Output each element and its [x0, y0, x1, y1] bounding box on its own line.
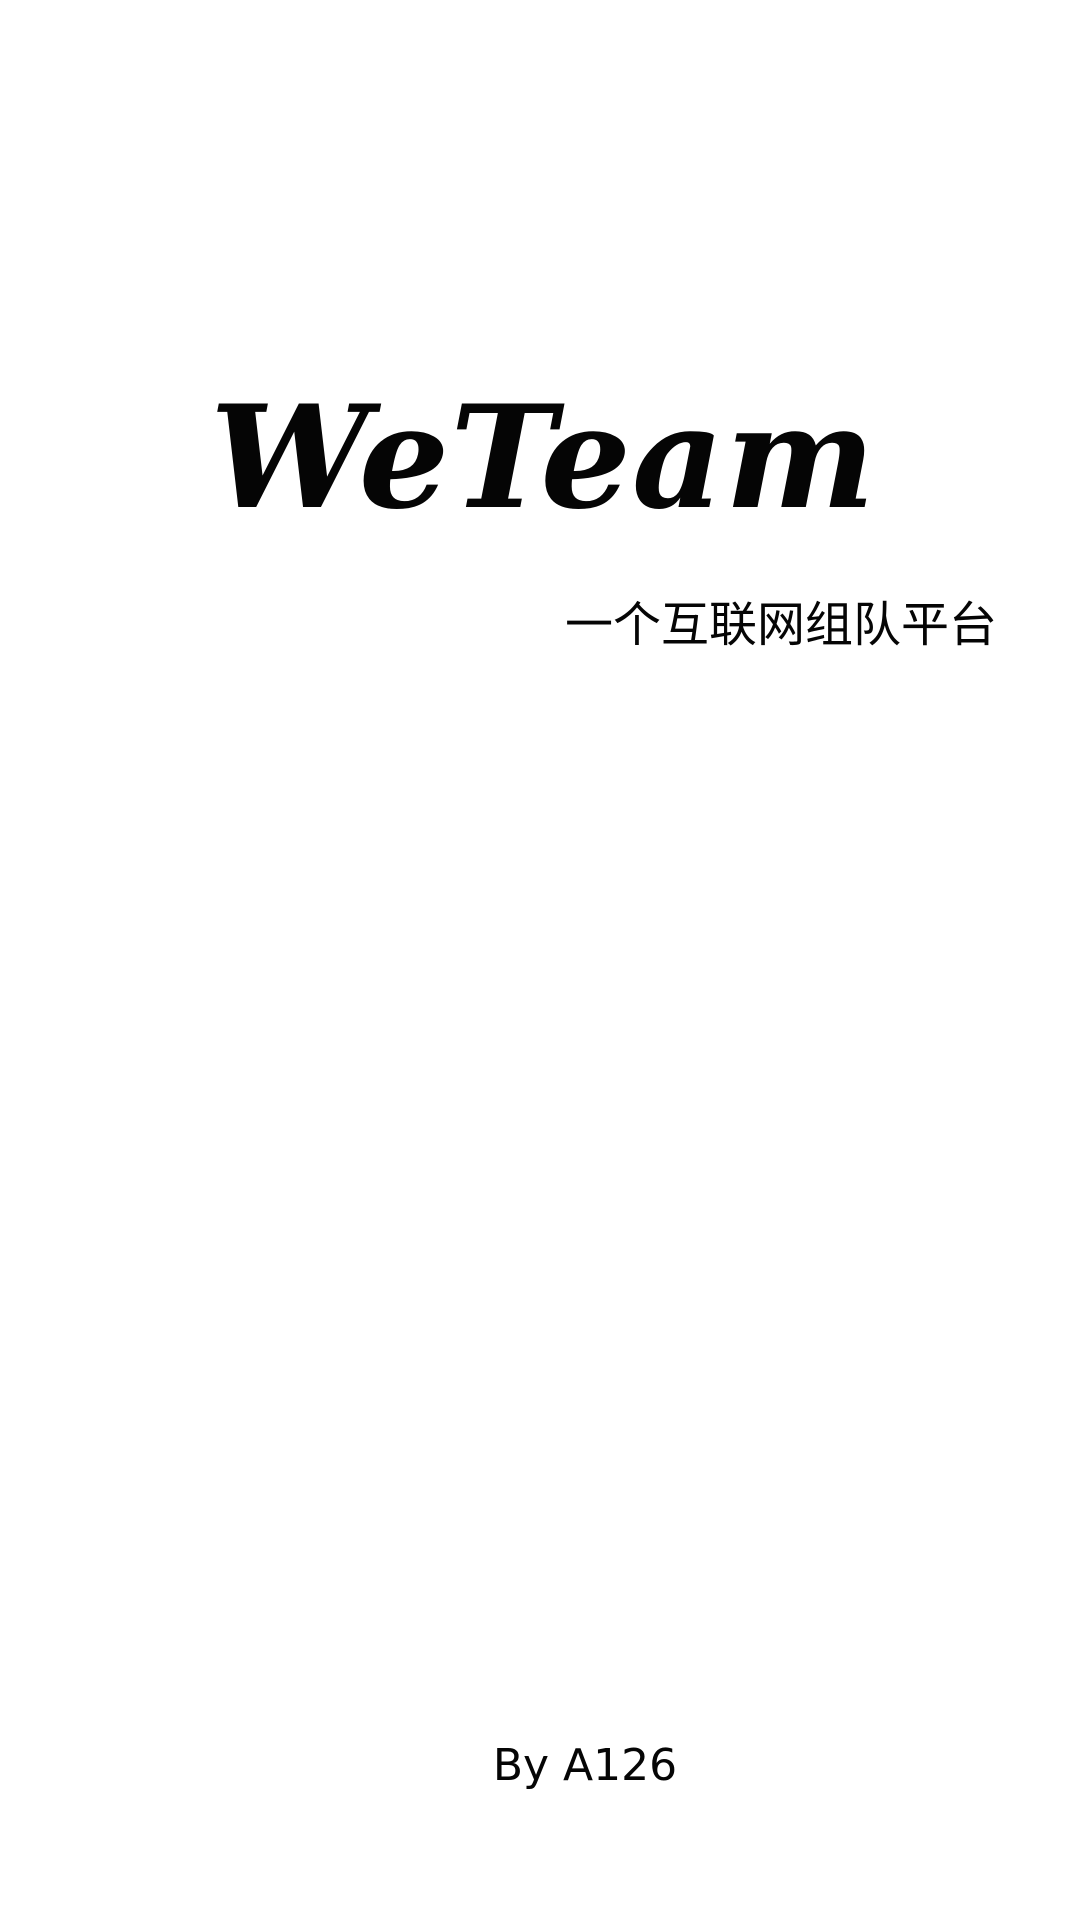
author-credit: By A126 — [492, 1740, 678, 1791]
app-subtitle: 一个互联网组队平台 — [565, 597, 998, 653]
app-title: WeTeam — [210, 375, 877, 541]
